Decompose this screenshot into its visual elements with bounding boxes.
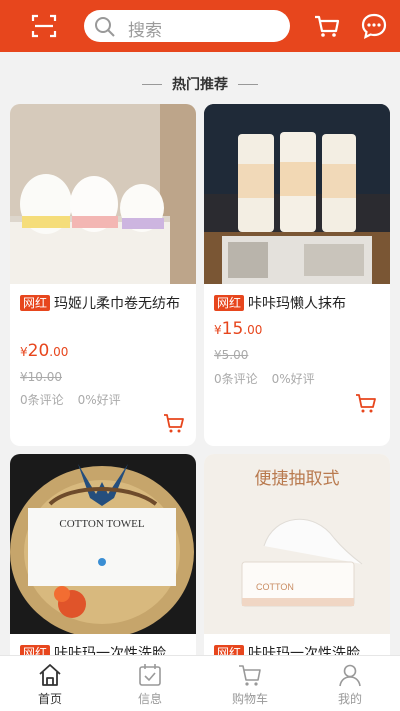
product-stats: 0条评论 0%好评 [20, 391, 121, 408]
calendar-icon [139, 664, 161, 686]
bottom-tab-bar: 首页 信息 购物车 我的 [0, 655, 400, 711]
tab-messages[interactable]: 信息 [100, 656, 200, 711]
section-title: 热门推荐 [172, 77, 228, 93]
image-text: 便捷抽取式 [255, 469, 340, 488]
cart-icon[interactable] [311, 10, 343, 42]
hot-badge: 网红 [214, 295, 245, 311]
user-icon [339, 664, 361, 687]
product-stats: 0条评论 0%好评 [214, 370, 315, 387]
image-text: COTTON TOWEL [59, 518, 145, 530]
rating: 0%好评 [77, 393, 121, 407]
product-title: 网红 玛姬儿柔巾卷无纺布 [20, 294, 188, 314]
product-card[interactable]: 便捷抽取式 COTTON 网红 咔咔玛一次性洗脸 [204, 454, 390, 684]
search-icon [95, 17, 115, 37]
divider-right [238, 84, 258, 85]
rating: 0%好评 [271, 372, 315, 386]
comment-count: 0条评论 [20, 393, 64, 407]
search-bar[interactable]: 搜索 [84, 10, 290, 42]
original-price: ¥10.00 [20, 370, 62, 384]
search-placeholder: 搜索 [128, 21, 162, 41]
product-title: 网红 咔咔玛懒人抹布 [214, 294, 382, 314]
product-card[interactable]: 网红 咔咔玛懒人抹布 ¥15.00 ¥5.00 0条评论 0%好评 [204, 104, 390, 446]
original-price: ¥5.00 [214, 348, 249, 362]
product-price: ¥20.00 [20, 341, 69, 361]
scan-icon[interactable] [28, 10, 60, 42]
product-price: ¥15.00 [214, 319, 263, 339]
product-image: 便捷抽取式 COTTON [204, 454, 390, 634]
tab-home[interactable]: 首页 [0, 656, 100, 711]
cart-icon [239, 665, 261, 686]
product-image [204, 104, 390, 284]
product-image: COTTON TOWEL [10, 454, 196, 634]
tab-profile[interactable]: 我的 [300, 656, 400, 711]
tab-cart[interactable]: 购物车 [200, 656, 300, 711]
home-icon [39, 664, 61, 686]
add-to-cart-icon[interactable] [354, 392, 378, 414]
comment-count: 0条评论 [214, 372, 258, 386]
product-card[interactable]: 网红 玛姬儿柔巾卷无纺布 ¥20.00 ¥10.00 0条评论 0%好评 [10, 104, 196, 446]
hot-badge: 网红 [20, 295, 51, 311]
add-to-cart-icon[interactable] [162, 412, 186, 434]
message-icon[interactable] [358, 10, 390, 42]
top-bar: 搜索 [0, 0, 400, 52]
product-card[interactable]: COTTON TOWEL 网红 咔咔玛一次性洗脸 [10, 454, 196, 684]
product-image [10, 104, 196, 284]
image-subtext: COTTON [256, 582, 294, 592]
